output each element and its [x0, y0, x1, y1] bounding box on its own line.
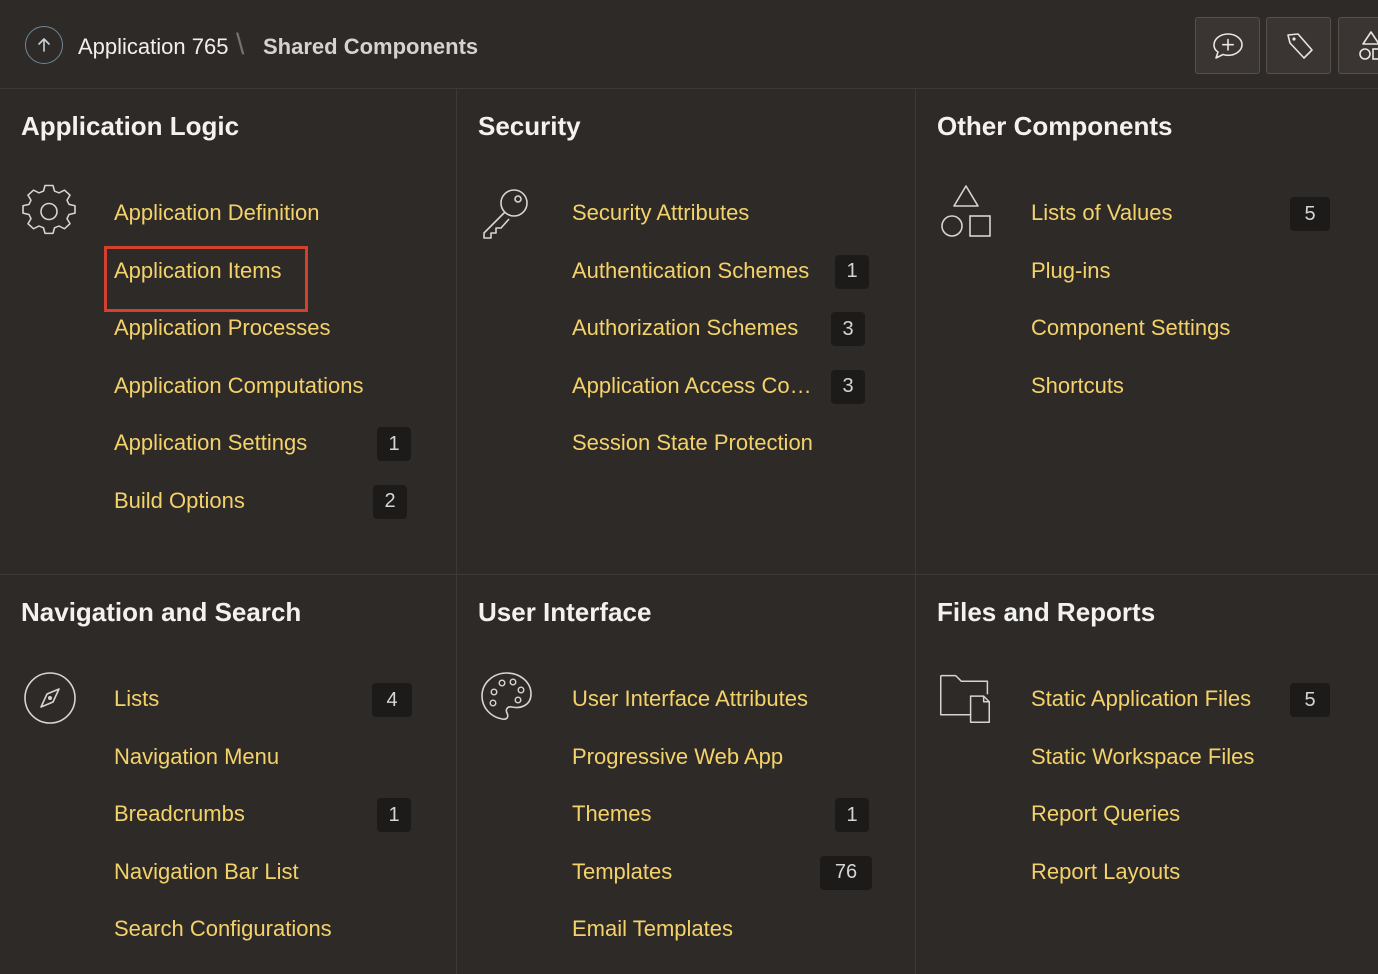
list-item: Application Access Co… 3 — [572, 366, 865, 424]
shapes-icon — [941, 185, 991, 237]
breadcrumb-application[interactable]: Application 765 — [78, 34, 228, 60]
component-settings-link[interactable]: Component Settings — [1031, 308, 1230, 348]
panel-user-interface: User Interface User Interface Attributes… — [457, 575, 916, 974]
list-item: Templates 76 — [572, 852, 872, 910]
developer-toolbar-button[interactable] — [1266, 17, 1331, 74]
lists-link[interactable]: Lists — [114, 679, 159, 719]
search-configurations-link[interactable]: Search Configurations — [114, 909, 332, 949]
list-item: Search Configurations — [114, 909, 332, 967]
arrow-up-icon — [38, 38, 50, 52]
list-item: User Interface Attributes — [572, 679, 808, 737]
static-application-files-link[interactable]: Static Application Files — [1031, 679, 1251, 719]
count-badge: 76 — [820, 855, 872, 890]
application-access-control-link[interactable]: Application Access Co… — [572, 366, 812, 406]
palette-icon — [481, 672, 532, 720]
count-badge: 1 — [377, 427, 411, 462]
feedback-button[interactable] — [1195, 17, 1260, 74]
build-options-link[interactable]: Build Options — [114, 481, 245, 521]
progressive-web-app-link[interactable]: Progressive Web App — [572, 737, 783, 777]
top-bar: Application 765 \ Shared Components — [0, 0, 1378, 89]
panel-title: Other Components — [937, 111, 1173, 141]
shared-components-button[interactable] — [1338, 17, 1378, 74]
list-item: Static Workspace Files — [1031, 737, 1254, 795]
application-definition-link[interactable]: Application Definition — [114, 193, 319, 233]
report-layouts-link[interactable]: Report Layouts — [1031, 852, 1180, 892]
list-item: Application Settings 1 — [114, 423, 411, 481]
highlight-box — [104, 245, 308, 312]
list-item: Session State Protection — [572, 423, 813, 481]
authentication-schemes-link[interactable]: Authentication Schemes — [572, 251, 809, 291]
developer-toolbar-icon — [1286, 32, 1313, 59]
plug-ins-link[interactable]: Plug-ins — [1031, 251, 1110, 291]
static-workspace-files-link[interactable]: Static Workspace Files — [1031, 737, 1254, 777]
panel-security: Security Security Attributes Authenticat… — [457, 89, 916, 575]
list-item: Report Queries — [1031, 794, 1254, 852]
shortcuts-link[interactable]: Shortcuts — [1031, 366, 1124, 406]
security-attributes-link[interactable]: Security Attributes — [572, 193, 749, 233]
application-computations-link[interactable]: Application Computations — [114, 366, 363, 406]
session-state-protection-link[interactable]: Session State Protection — [572, 423, 813, 463]
panel-other-components: Other Components Lists of Values 5 Plug-i… — [916, 89, 1378, 575]
application-settings-link[interactable]: Application Settings — [114, 423, 307, 463]
user-interface-attributes-link[interactable]: User Interface Attributes — [572, 679, 808, 719]
report-queries-link[interactable]: Report Queries — [1031, 794, 1180, 834]
count-badge: 4 — [372, 683, 412, 717]
gear-icon — [22, 184, 76, 235]
list-item: Breadcrumbs 1 — [114, 794, 411, 852]
key-icon — [483, 189, 528, 239]
page-title: Shared Components — [263, 34, 479, 59]
list-item: Component Settings — [1031, 308, 1230, 366]
count-badge: 1 — [835, 798, 869, 833]
shapes-icon — [1358, 30, 1378, 60]
list-item: Shortcuts — [1031, 366, 1230, 424]
application-processes-link[interactable]: Application Processes — [114, 308, 330, 348]
count-badge: 1 — [835, 254, 869, 289]
list-item: Navigation Bar List — [114, 852, 332, 910]
panel-title: User Interface — [478, 597, 652, 627]
list-item: Authorization Schemes 3 — [572, 308, 865, 366]
list-item: Navigation Menu — [114, 737, 332, 795]
count-badge: 3 — [831, 369, 865, 404]
count-badge: 5 — [1290, 197, 1330, 231]
count-badge: 2 — [373, 484, 407, 519]
themes-link[interactable]: Themes — [572, 794, 651, 834]
lists-of-values-link[interactable]: Lists of Values — [1031, 193, 1172, 233]
navigate-up-button[interactable] — [25, 26, 63, 64]
list-item: Application Definition — [114, 193, 363, 251]
panel-title: Navigation and Search — [21, 597, 302, 627]
panel-title: Security — [478, 111, 581, 141]
navigation-bar-list-link[interactable]: Navigation Bar List — [114, 852, 299, 892]
list-item: Application Computations — [114, 366, 363, 424]
breadcrumbs-link[interactable]: Breadcrumbs — [114, 794, 245, 834]
list-item: Application Processes — [114, 308, 363, 366]
list-item: Security Attributes — [572, 193, 813, 251]
panel-title: Application Logic — [21, 111, 240, 141]
folder-file-icon — [939, 674, 991, 724]
templates-link[interactable]: Templates — [572, 852, 672, 892]
list-item: Plug-ins — [1031, 251, 1230, 309]
count-badge: 1 — [377, 798, 411, 833]
list-item: Email Templates — [572, 909, 808, 967]
list-item: Report Layouts — [1031, 852, 1254, 910]
email-templates-link[interactable]: Email Templates — [572, 909, 733, 949]
list-item: Authentication Schemes 1 — [572, 251, 869, 309]
compass-icon — [24, 672, 76, 724]
count-badge: 5 — [1290, 683, 1330, 717]
authorization-schemes-link[interactable]: Authorization Schemes — [572, 308, 798, 348]
panel-application-logic: Application Logic Application Definition… — [0, 89, 457, 575]
panel-navigation-and-search: Navigation and Search Lists 4 Navigation … — [0, 575, 457, 974]
count-badge: 3 — [831, 312, 865, 347]
list-item: Themes 1 — [572, 794, 869, 852]
list-item: Lists of Values 5 — [1031, 193, 1330, 251]
list-item: Lists 4 — [114, 679, 412, 737]
panel-title: Files and Reports — [937, 597, 1156, 627]
list-item: Static Application Files 5 — [1031, 679, 1330, 737]
list-item: Application Items — [104, 245, 363, 312]
list-item: Build Options 2 — [114, 481, 407, 539]
list-item: Progressive Web App — [572, 737, 808, 795]
breadcrumb-separator: \ — [236, 28, 245, 61]
panel-files-and-reports: Files and Reports Static Application Fil… — [916, 575, 1378, 974]
feedback-icon — [1212, 32, 1243, 59]
navigation-menu-link[interactable]: Navigation Menu — [114, 737, 279, 777]
